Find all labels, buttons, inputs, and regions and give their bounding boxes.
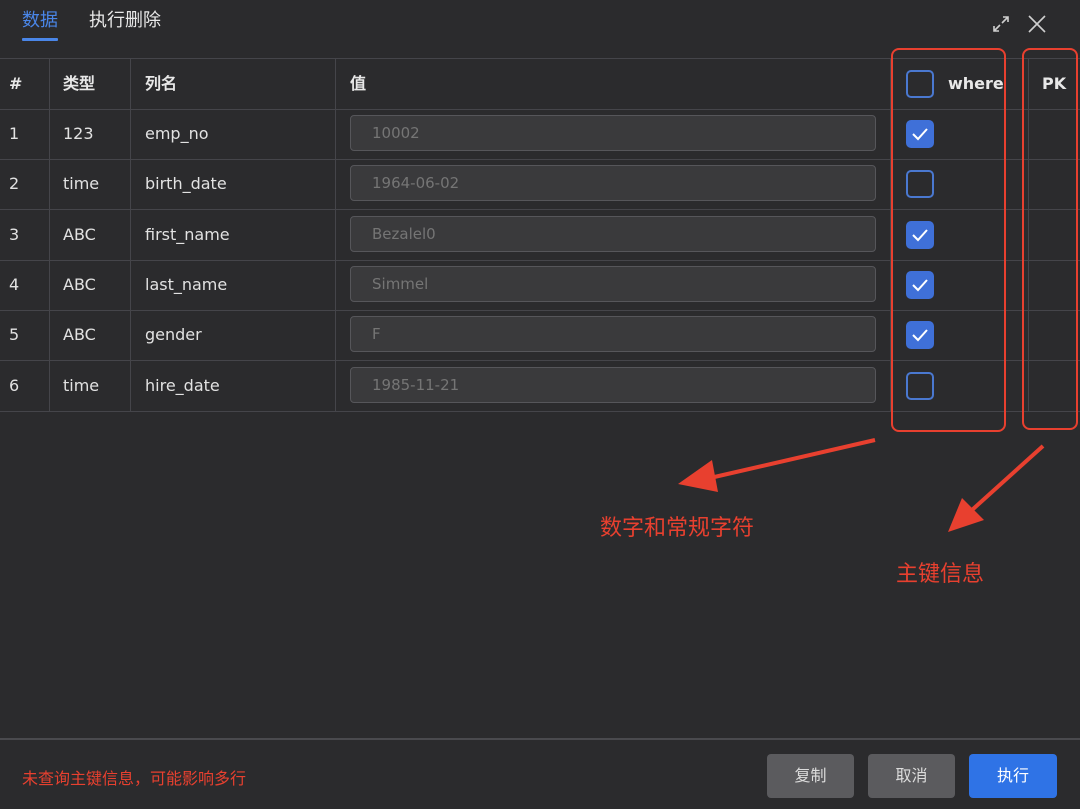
copy-button[interactable]: 复制 (767, 754, 854, 798)
where-annotation-text: 数字和常规字符 (600, 516, 755, 541)
cancel-button[interactable]: 取消 (868, 754, 955, 798)
dialog-footer: 未查询主键信息，可能影响多行 复制 取消 执行 (0, 738, 1080, 809)
annotation-arrows (678, 438, 1045, 532)
execute-button[interactable]: 执行 (969, 754, 1057, 798)
warning-message: 未查询主键信息，可能影响多行 (22, 769, 247, 788)
pk-annotation-text: 主键信息 (896, 562, 985, 587)
